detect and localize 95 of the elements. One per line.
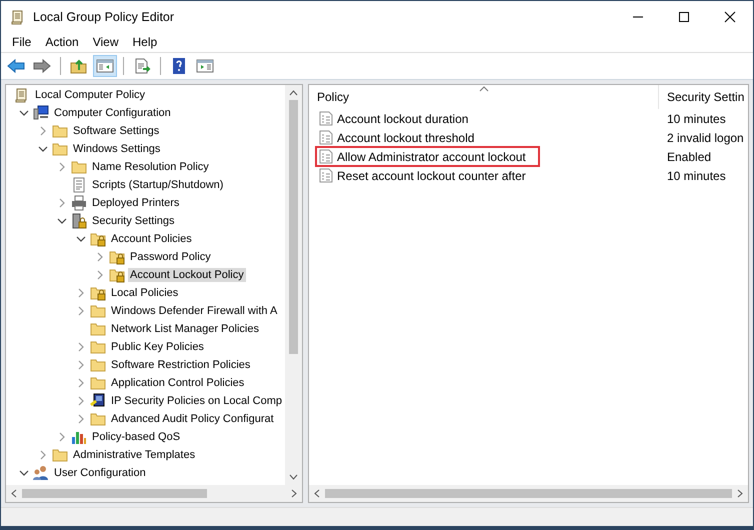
policy-icon	[319, 168, 333, 183]
locked-folder-icon	[109, 267, 125, 283]
chevron-right-icon[interactable]	[96, 252, 104, 262]
menu-item[interactable]: File	[5, 35, 38, 49]
tree-item[interactable]: Name Resolution Policy	[6, 158, 285, 176]
folder-icon	[71, 159, 87, 175]
tree-item[interactable]: Windows Defender Firewall with A	[6, 302, 285, 320]
tree-item[interactable]: Administrative Templates	[6, 446, 285, 464]
highlighted-policy-item[interactable]: Allow Administrator account lockout	[315, 146, 540, 167]
chevron-right-icon[interactable]	[58, 162, 66, 172]
tree-item[interactable]: Windows Settings	[6, 140, 285, 158]
locked-folder-icon	[90, 285, 106, 301]
chevron-right-icon[interactable]	[76, 288, 84, 298]
chevron-right-icon[interactable]	[76, 306, 84, 316]
folder-icon	[90, 411, 106, 427]
scroll-down-icon[interactable]	[289, 474, 298, 480]
tree-item[interactable]: Application Control Policies	[6, 374, 285, 392]
chevron-right-icon[interactable]	[58, 198, 66, 208]
chevron-right-icon[interactable]	[38, 450, 46, 460]
chevron-down-icon[interactable]	[18, 469, 28, 477]
script-icon	[71, 177, 87, 193]
folder-icon	[52, 447, 68, 463]
help-icon	[170, 58, 188, 74]
tree-item[interactable]: Scripts (Startup/Shutdown)	[6, 176, 285, 194]
folder-icon	[90, 375, 106, 391]
tree-item[interactable]: Security Settings	[6, 212, 285, 230]
computer-icon	[33, 105, 49, 121]
column-header[interactable]: Security Settin	[659, 85, 748, 109]
chevron-right-icon[interactable]	[96, 270, 104, 280]
policy-icon	[319, 111, 333, 126]
folder-icon	[52, 123, 68, 139]
computer-key-icon	[90, 393, 106, 409]
locked-folder-icon	[90, 231, 106, 247]
tree-item[interactable]: Software Settings	[6, 122, 285, 140]
horizontal-scrollbar[interactable]	[309, 485, 748, 502]
menu-item[interactable]: View	[86, 35, 126, 49]
scroll-up-icon[interactable]	[289, 90, 298, 96]
chevron-right-icon[interactable]	[76, 378, 84, 388]
tree-item[interactable]: Password Policy	[6, 248, 285, 266]
table-cell-text: 2 invalid logon	[666, 130, 745, 144]
printer-icon	[71, 195, 87, 211]
folder-icon	[90, 339, 106, 355]
chevron-down-icon[interactable]	[18, 109, 28, 117]
folder-icon	[90, 303, 106, 319]
tree-item[interactable]: Policy-based QoS	[6, 428, 285, 446]
tree-item[interactable]: Deployed Printers	[6, 194, 285, 212]
policy-icon	[319, 130, 333, 145]
policy-item[interactable]: Reset account lockout counter after	[315, 165, 540, 186]
chevron-down-icon[interactable]	[56, 217, 66, 225]
menu-item[interactable]: Action	[38, 35, 86, 49]
tree-item[interactable]: Public Key Policies	[6, 338, 285, 356]
server-lock-icon	[71, 213, 87, 229]
window-title: Local Group Policy Editor	[33, 10, 176, 24]
tree-item[interactable]: Network List Manager Policies	[6, 320, 285, 338]
tree-item[interactable]: Local Computer Policy	[6, 86, 285, 104]
scroll-right-icon[interactable]	[737, 489, 743, 498]
folder-icon	[90, 357, 106, 373]
maximize-icon	[678, 10, 690, 22]
policy-icon	[319, 149, 333, 164]
tree-pane-button[interactable]	[93, 55, 117, 77]
tree-item[interactable]: Computer Configuration	[6, 104, 285, 122]
column-header[interactable]: Policy	[309, 85, 659, 109]
table-cell-text: 10 minutes	[666, 112, 727, 126]
chevron-down-icon[interactable]	[76, 235, 86, 243]
chevron-right-icon[interactable]	[38, 126, 46, 136]
users-icon	[33, 465, 49, 481]
table-cell-text: Enabled	[666, 150, 712, 164]
bar-chart-icon	[71, 429, 87, 445]
chevron-right-icon[interactable]	[76, 414, 84, 424]
chevron-right-icon[interactable]	[76, 396, 84, 406]
policy-item[interactable]: Account lockout duration	[315, 108, 482, 129]
tree-item[interactable]: IP Security Policies on Local Comp	[6, 392, 285, 410]
scroll-left-icon[interactable]	[11, 489, 17, 498]
horizontal-scrollbar[interactable]	[6, 485, 302, 502]
menu-item[interactable]: Help	[126, 35, 164, 49]
tree-item[interactable]: User Configuration	[6, 464, 285, 482]
table-cell-text: 10 minutes	[666, 168, 727, 182]
locked-folder-icon	[109, 249, 125, 265]
folder-icon	[52, 141, 68, 157]
chevron-right-icon[interactable]	[58, 432, 66, 442]
tree-item[interactable]: Local Policies	[6, 284, 285, 302]
vertical-scrollbar[interactable]	[285, 85, 302, 485]
tree-item[interactable]: Software Restriction Policies	[6, 356, 285, 374]
scroll-right-icon[interactable]	[291, 489, 297, 498]
tree-item[interactable]: Account Policies	[6, 230, 285, 248]
chevron-down-icon[interactable]	[38, 145, 48, 153]
folder-icon	[90, 321, 106, 337]
chevron-right-icon[interactable]	[76, 360, 84, 370]
close-icon	[724, 10, 736, 22]
tree-item[interactable]: Account Lockout Policy	[6, 266, 285, 284]
sort-caret-icon	[479, 86, 489, 92]
tree-item[interactable]: Advanced Audit Policy Configurat	[6, 410, 285, 428]
chevron-right-icon[interactable]	[76, 342, 84, 352]
policy-item[interactable]: Account lockout threshold	[315, 127, 488, 148]
scroll-left-icon[interactable]	[314, 489, 320, 498]
